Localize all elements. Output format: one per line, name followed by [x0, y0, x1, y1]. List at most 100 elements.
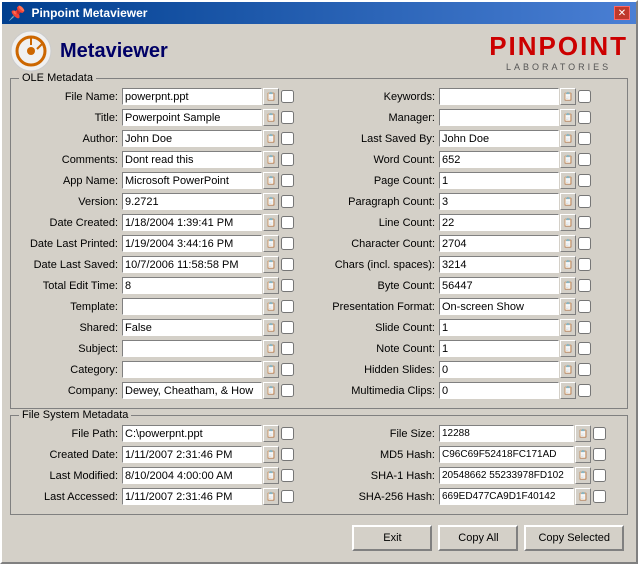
field-input[interactable] — [439, 88, 559, 105]
field-input[interactable] — [122, 214, 262, 231]
field-checkbox[interactable] — [281, 90, 294, 103]
field-input[interactable] — [122, 193, 262, 210]
field-checkbox[interactable] — [578, 90, 591, 103]
field-copy-icon[interactable]: 📋 — [263, 214, 279, 231]
field-input[interactable] — [439, 151, 559, 168]
field-input[interactable] — [122, 361, 262, 378]
field-checkbox[interactable] — [281, 342, 294, 355]
field-input[interactable] — [439, 214, 559, 231]
field-copy-icon[interactable]: 📋 — [263, 361, 279, 378]
field-checkbox[interactable] — [281, 469, 294, 482]
field-input[interactable] — [439, 382, 559, 399]
field-checkbox[interactable] — [593, 427, 606, 440]
field-checkbox[interactable] — [578, 279, 591, 292]
field-input[interactable] — [439, 340, 559, 357]
field-checkbox[interactable] — [281, 216, 294, 229]
copy-all-button[interactable]: Copy All — [438, 525, 518, 551]
field-checkbox[interactable] — [281, 153, 294, 166]
field-copy-icon[interactable]: 📋 — [575, 425, 591, 442]
field-input[interactable] — [122, 488, 262, 505]
field-checkbox[interactable] — [578, 384, 591, 397]
field-copy-icon[interactable]: 📋 — [263, 425, 279, 442]
field-input[interactable] — [122, 88, 262, 105]
field-checkbox[interactable] — [578, 363, 591, 376]
field-copy-icon[interactable]: 📋 — [560, 214, 576, 231]
field-copy-icon[interactable]: 📋 — [560, 151, 576, 168]
field-checkbox[interactable] — [593, 469, 606, 482]
field-input[interactable] — [439, 235, 559, 252]
field-copy-icon[interactable]: 📋 — [575, 467, 591, 484]
field-input[interactable] — [122, 340, 262, 357]
field-checkbox[interactable] — [281, 427, 294, 440]
field-input[interactable] — [439, 319, 559, 336]
field-input[interactable] — [122, 151, 262, 168]
field-checkbox[interactable] — [281, 279, 294, 292]
field-copy-icon[interactable]: 📋 — [263, 446, 279, 463]
field-checkbox[interactable] — [578, 153, 591, 166]
field-checkbox[interactable] — [281, 111, 294, 124]
field-input[interactable] — [122, 467, 262, 484]
field-input[interactable] — [439, 130, 559, 147]
field-checkbox[interactable] — [281, 490, 294, 503]
field-checkbox[interactable] — [578, 132, 591, 145]
field-checkbox[interactable] — [578, 111, 591, 124]
field-input[interactable] — [122, 235, 262, 252]
field-checkbox[interactable] — [578, 174, 591, 187]
field-copy-icon[interactable]: 📋 — [560, 298, 576, 315]
field-copy-icon[interactable]: 📋 — [263, 130, 279, 147]
close-button[interactable]: ✕ — [614, 6, 630, 20]
copy-selected-button[interactable]: Copy Selected — [524, 525, 624, 551]
field-input[interactable] — [122, 319, 262, 336]
field-copy-icon[interactable]: 📋 — [560, 172, 576, 189]
field-copy-icon[interactable]: 📋 — [560, 88, 576, 105]
field-checkbox[interactable] — [578, 195, 591, 208]
field-checkbox[interactable] — [578, 321, 591, 334]
field-copy-icon[interactable]: 📋 — [560, 340, 576, 357]
field-copy-icon[interactable]: 📋 — [560, 109, 576, 126]
field-checkbox[interactable] — [578, 237, 591, 250]
field-checkbox[interactable] — [593, 490, 606, 503]
field-copy-icon[interactable]: 📋 — [560, 256, 576, 273]
field-copy-icon[interactable]: 📋 — [263, 193, 279, 210]
field-checkbox[interactable] — [281, 132, 294, 145]
field-input[interactable] — [122, 382, 262, 399]
field-checkbox[interactable] — [281, 195, 294, 208]
field-checkbox[interactable] — [578, 342, 591, 355]
field-input[interactable] — [439, 193, 559, 210]
field-copy-icon[interactable]: 📋 — [263, 340, 279, 357]
field-checkbox[interactable] — [281, 258, 294, 271]
field-copy-icon[interactable]: 📋 — [263, 235, 279, 252]
field-input[interactable] — [439, 425, 574, 442]
field-copy-icon[interactable]: 📋 — [263, 88, 279, 105]
field-copy-icon[interactable]: 📋 — [263, 467, 279, 484]
field-checkbox[interactable] — [281, 321, 294, 334]
field-copy-icon[interactable]: 📋 — [263, 172, 279, 189]
field-checkbox[interactable] — [281, 237, 294, 250]
field-copy-icon[interactable]: 📋 — [263, 277, 279, 294]
field-copy-icon[interactable]: 📋 — [263, 319, 279, 336]
field-copy-icon[interactable]: 📋 — [560, 277, 576, 294]
field-input[interactable] — [439, 488, 574, 505]
field-input[interactable] — [439, 298, 559, 315]
field-copy-icon[interactable]: 📋 — [560, 382, 576, 399]
field-input[interactable] — [439, 467, 574, 484]
field-checkbox[interactable] — [281, 174, 294, 187]
field-copy-icon[interactable]: 📋 — [263, 109, 279, 126]
field-checkbox[interactable] — [281, 363, 294, 376]
field-checkbox[interactable] — [578, 258, 591, 271]
field-copy-icon[interactable]: 📋 — [560, 193, 576, 210]
field-checkbox[interactable] — [281, 384, 294, 397]
field-input[interactable] — [122, 425, 262, 442]
field-input[interactable] — [122, 277, 262, 294]
field-input[interactable] — [439, 361, 559, 378]
field-copy-icon[interactable]: 📋 — [263, 298, 279, 315]
field-input[interactable] — [122, 446, 262, 463]
field-input[interactable] — [439, 256, 559, 273]
field-input[interactable] — [439, 109, 559, 126]
field-copy-icon[interactable]: 📋 — [263, 488, 279, 505]
field-checkbox[interactable] — [593, 448, 606, 461]
field-input[interactable] — [122, 172, 262, 189]
field-copy-icon[interactable]: 📋 — [575, 488, 591, 505]
field-checkbox[interactable] — [578, 216, 591, 229]
field-input[interactable] — [122, 298, 262, 315]
